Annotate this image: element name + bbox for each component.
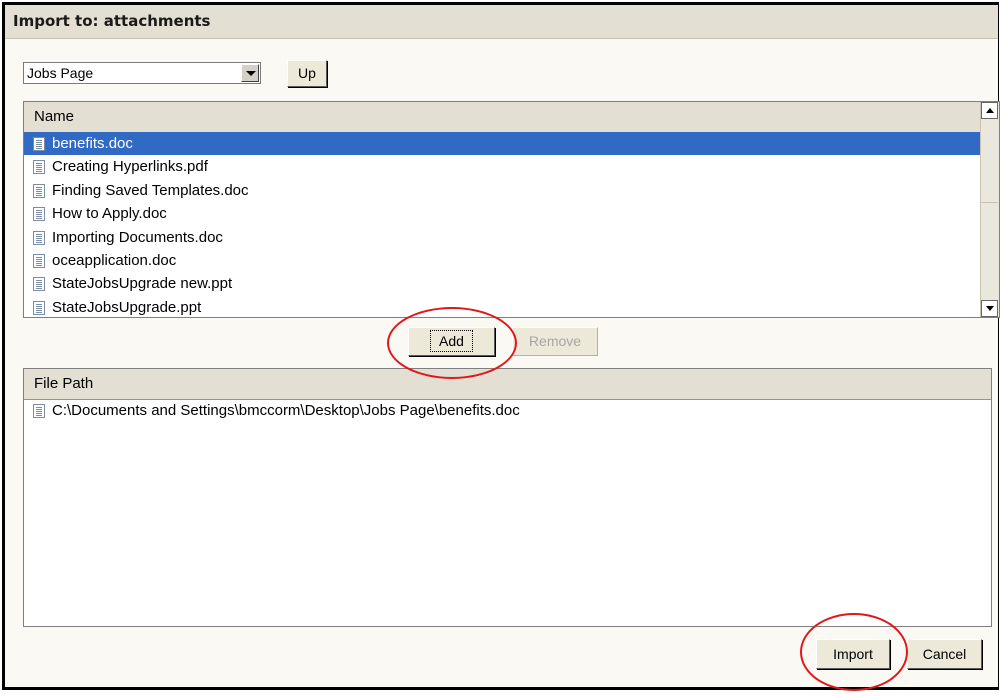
folder-select[interactable]: Jobs Page	[23, 62, 261, 84]
up-button[interactable]: Up	[287, 60, 327, 87]
list-item[interactable]: benefits.doc	[24, 132, 981, 156]
folder-select-value: Jobs Page	[27, 65, 94, 81]
document-icon	[33, 253, 45, 268]
document-icon	[33, 137, 45, 151]
scroll-down-icon[interactable]	[981, 300, 998, 317]
chevron-down-icon[interactable]	[241, 64, 259, 82]
list-item[interactable]: Importing Documents.doc	[24, 226, 981, 249]
list-item[interactable]: Finding Saved Templates.doc	[24, 179, 981, 202]
list-item[interactable]: StateJobsUpgrade new.ppt	[24, 272, 981, 295]
document-icon	[33, 160, 45, 175]
import-button[interactable]: Import	[816, 639, 890, 669]
document-icon	[33, 277, 45, 292]
name-column-header[interactable]: Name	[24, 102, 981, 133]
file-path-rows: C:\Documents and Settings\bmccorm\Deskto…	[24, 399, 991, 423]
document-icon	[33, 404, 45, 418]
dialog-title: Import to: attachments	[13, 12, 211, 30]
document-icon	[33, 207, 45, 222]
scroll-up-icon[interactable]	[981, 102, 998, 119]
remove-button[interactable]: Remove	[512, 327, 598, 356]
list-item[interactable]: How to Apply.doc	[24, 202, 981, 225]
source-file-list: Name benefits.doc Creating Hyperlinks.pd…	[23, 101, 1000, 318]
scrollbar-thumb[interactable]	[981, 120, 998, 203]
file-path-column-header[interactable]: File Path	[24, 369, 991, 400]
document-icon	[33, 183, 45, 198]
file-path-list: File Path C:\Documents and Settings\bmcc…	[23, 368, 992, 627]
document-icon	[33, 300, 45, 315]
list-item[interactable]: C:\Documents and Settings\bmccorm\Deskto…	[24, 399, 991, 423]
cancel-button[interactable]: Cancel	[907, 639, 982, 669]
dialog-titlebar: Import to: attachments	[5, 5, 998, 39]
list-item[interactable]: oceapplication.doc	[24, 249, 981, 272]
vertical-scrollbar[interactable]	[980, 102, 999, 317]
document-icon	[33, 230, 45, 245]
list-item[interactable]: Creating Hyperlinks.pdf	[24, 155, 981, 178]
list-item[interactable]: StateJobsUpgrade.ppt	[24, 296, 981, 319]
add-button[interactable]: Add	[408, 327, 495, 356]
source-file-rows: benefits.doc Creating Hyperlinks.pdf Fin…	[24, 132, 981, 319]
